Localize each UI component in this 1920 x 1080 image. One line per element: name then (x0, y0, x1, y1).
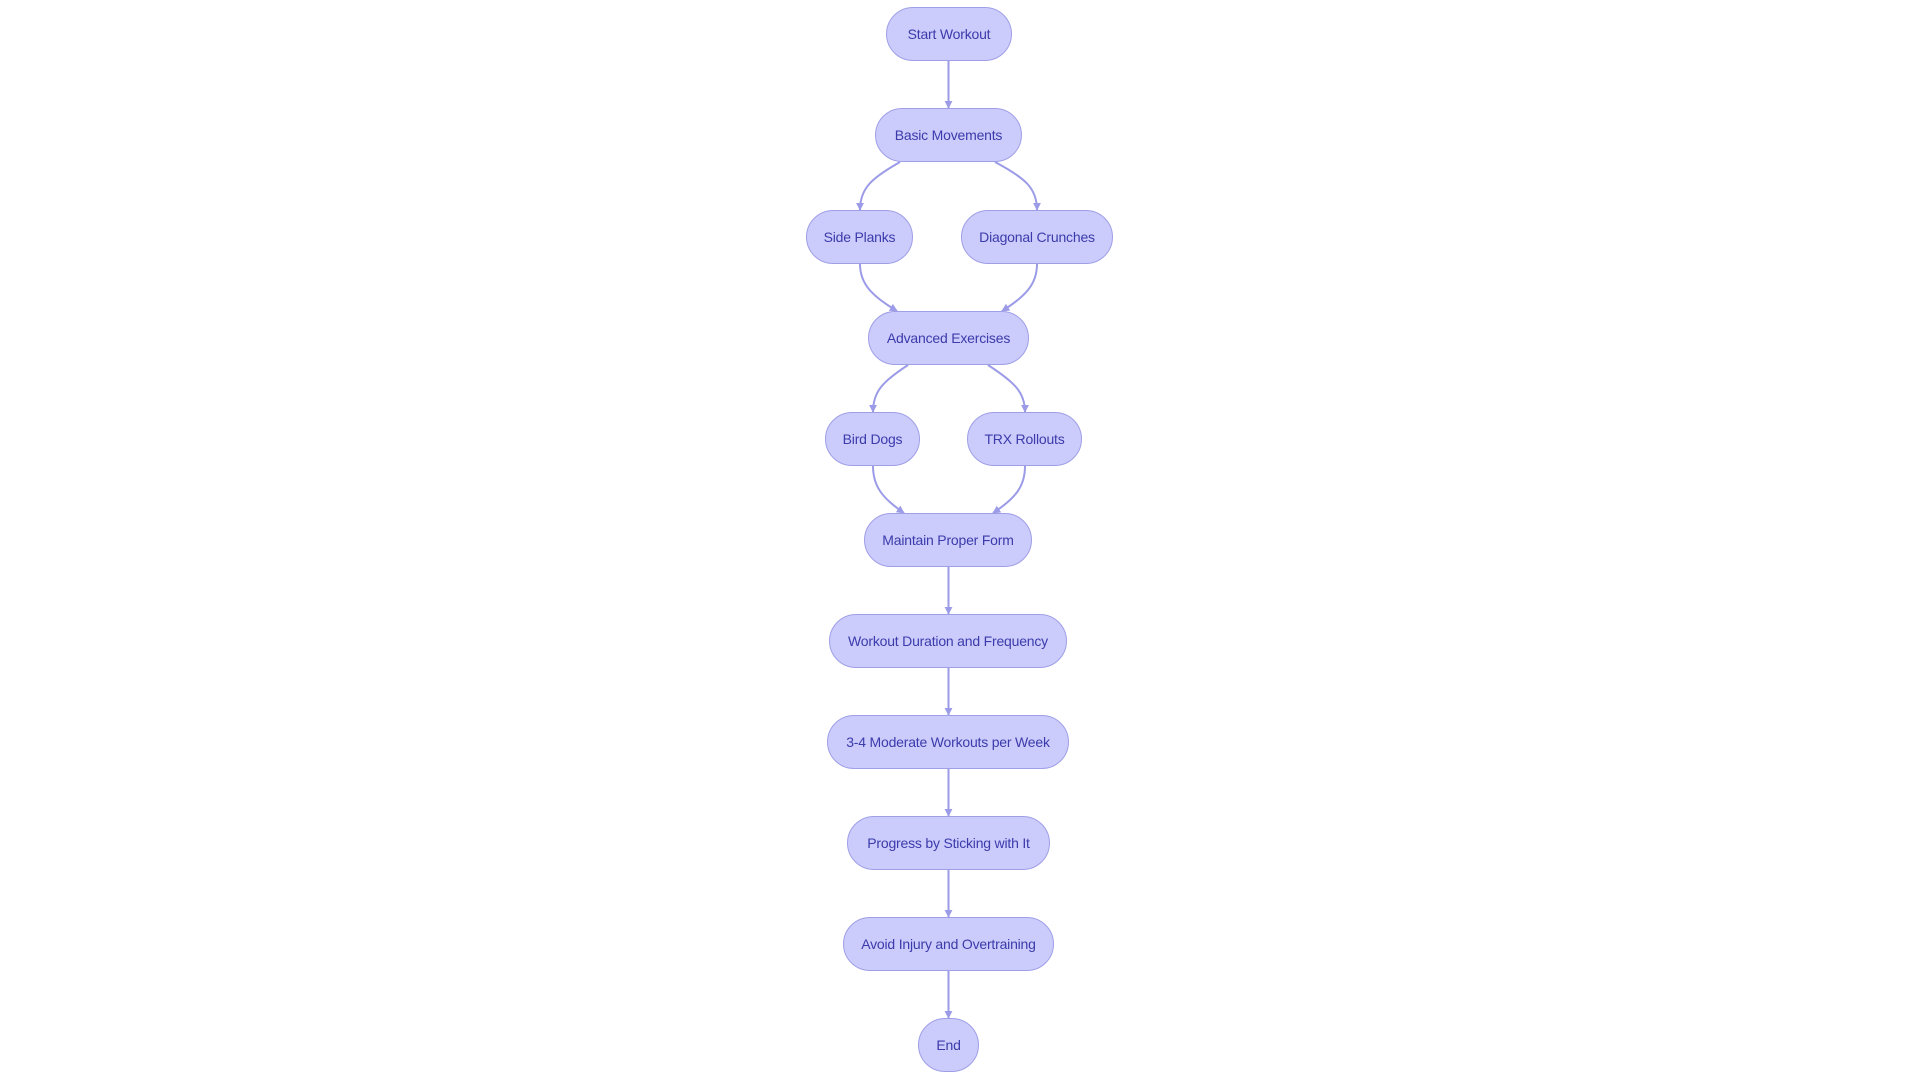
edge-bird_dogs-to-form (872, 465, 905, 514)
node-label: Advanced Exercises (887, 330, 1010, 346)
node-label: 3-4 Moderate Workouts per Week (846, 734, 1051, 750)
edge-advanced-to-bird_dogs (869, 364, 909, 413)
edge-basic-to-diagonal_crunches (994, 161, 1041, 211)
node-label: Basic Movements (895, 127, 1003, 143)
edge-side_planks-to-advanced (859, 263, 898, 312)
node-start[interactable]: Start Workout (886, 7, 1012, 61)
node-advanced[interactable]: Advanced Exercises (868, 311, 1029, 365)
edge-diagonal_crunches-to-advanced (1001, 263, 1038, 312)
flowchart-canvas: Start Workout Basic Movements Side Planks D… (806, 7, 1113, 1072)
nodes-layer: Start Workout Basic Movements Side Planks D… (806, 7, 1113, 1072)
node-moderate[interactable]: 3-4 Moderate Workouts per Week (827, 715, 1069, 769)
node-label: Maintain Proper Form (882, 532, 1013, 548)
node-label: Progress by Sticking with It (867, 835, 1030, 851)
node-trx-rollouts[interactable]: TRX Rollouts (967, 412, 1082, 466)
edge-basic-to-side_planks (856, 161, 901, 211)
node-label: Bird Dogs (843, 431, 903, 447)
node-side-planks[interactable]: Side Planks (806, 210, 913, 264)
node-progress[interactable]: Progress by Sticking with It (847, 816, 1050, 870)
node-basic[interactable]: Basic Movements (875, 108, 1022, 162)
node-label: Start Workout (908, 26, 991, 42)
node-duration[interactable]: Workout Duration and Frequency (829, 614, 1067, 668)
node-form[interactable]: Maintain Proper Form (864, 513, 1032, 567)
node-diagonal-crunches[interactable]: Diagonal Crunches (961, 210, 1113, 264)
node-label: TRX Rollouts (984, 431, 1064, 447)
node-end[interactable]: End (918, 1018, 979, 1072)
node-label: Diagonal Crunches (979, 229, 1095, 245)
node-label: Side Planks (824, 229, 896, 245)
node-bird-dogs[interactable]: Bird Dogs (825, 412, 920, 466)
node-label: Avoid Injury and Overtraining (861, 936, 1035, 952)
node-label: End (936, 1037, 960, 1053)
node-label: Workout Duration and Frequency (848, 633, 1048, 649)
edge-trx_rollouts-to-form (992, 465, 1026, 514)
node-avoid-injury[interactable]: Avoid Injury and Overtraining (843, 917, 1054, 971)
edge-advanced-to-trx_rollouts (987, 364, 1029, 413)
